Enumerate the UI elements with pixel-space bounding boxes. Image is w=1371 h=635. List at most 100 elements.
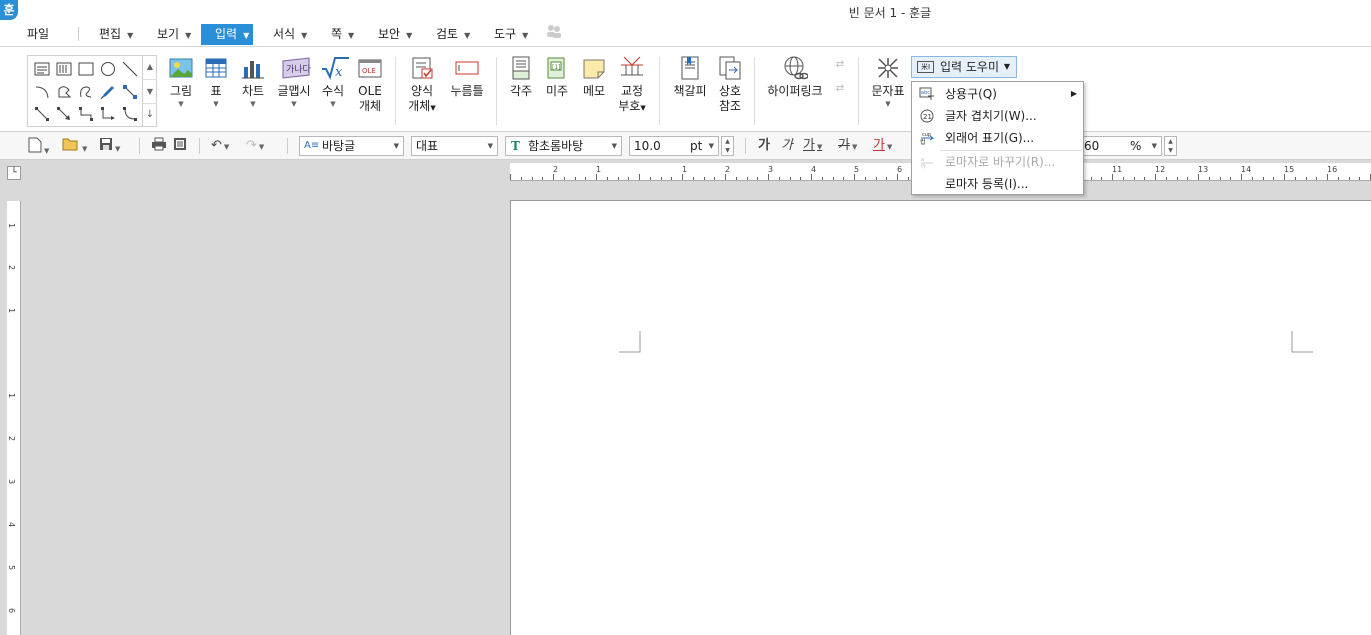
menu-view[interactable]: 보기 ▼ [157, 24, 191, 45]
menu-tools[interactable]: 도구 ▼ [494, 24, 528, 45]
polygon-icon[interactable] [56, 84, 72, 100]
form-object-button[interactable]: 양식 개체▼ [407, 55, 437, 116]
ruler-tick [1251, 177, 1253, 180]
svg-text:컵: 컵 [920, 138, 926, 145]
input-helper-button[interactable]: 米I 입력 도우미 ▼ [911, 56, 1017, 78]
elbow-connector-icon[interactable] [78, 106, 94, 122]
insert-picture-button[interactable]: 그림 ▼ [166, 55, 196, 109]
stepper-up-icon[interactable]: ▲ [722, 137, 733, 146]
ruler-tick [1090, 177, 1092, 180]
zoom-input[interactable]: 60 % ▼ [1080, 136, 1162, 156]
strikethrough-button[interactable]: 가 ▼ [838, 137, 857, 155]
shape-gallery-scroll[interactable]: ▲ ▼ ↓ [142, 55, 157, 127]
curved-connector-icon[interactable] [122, 106, 138, 122]
online-users-icon[interactable] [546, 24, 562, 45]
elbow-arrow-icon[interactable] [100, 106, 116, 122]
proof-label-line2: 부호▼ [617, 99, 647, 116]
menu-edit[interactable]: 편집 ▼ [99, 24, 133, 45]
scroll-up-icon[interactable]: ▲ [143, 55, 157, 79]
ruler-tick [1337, 177, 1339, 180]
folder-icon [62, 138, 78, 151]
ruler-number: 1 [682, 165, 688, 174]
style-select[interactable]: A≡ 바탕글 ▼ [299, 136, 404, 156]
link-prev-icon[interactable]: ⇄ [833, 59, 847, 70]
footnote-button[interactable]: 각주 [507, 55, 535, 99]
insert-table-button[interactable]: 표 ▼ [203, 55, 229, 109]
curve-icon[interactable] [78, 84, 94, 100]
dropdown-item-phrases[interactable]: abc 상용구(Q) ▶ [913, 83, 1083, 105]
footnote-label: 각주 [509, 84, 533, 98]
redo-button[interactable]: ↷ ▼ [246, 137, 264, 155]
ruler-tab-selector[interactable]: └ [7, 166, 21, 180]
menu-edit-label: 편집 [99, 27, 122, 41]
dropdown-item-overlap-chars[interactable]: 21 글자 겹치기(W)... [913, 105, 1083, 127]
zoom-stepper[interactable]: ▲ ▼ [1164, 136, 1177, 156]
font-size-input[interactable]: 10.0 pt ▼ [629, 136, 719, 156]
link-next-icon[interactable]: ⇄ [833, 83, 847, 94]
ruler-tick [746, 177, 748, 180]
menu-security[interactable]: 보안 ▼ [378, 24, 412, 45]
stepper-up-icon[interactable]: ▲ [1165, 137, 1176, 146]
stepper-down-icon[interactable]: ▼ [1165, 146, 1176, 155]
insert-chart-button[interactable]: 차트 ▼ [239, 55, 267, 109]
italic-icon: 가 [781, 138, 793, 153]
underline-button[interactable]: 가 ▼ [803, 137, 822, 155]
dropdown-item-foreign-word[interactable]: cup 컵 외래어 표기(G)... [913, 127, 1083, 149]
vertical-textbox-icon[interactable] [56, 61, 72, 77]
menu-page[interactable]: 쪽 ▼ [331, 24, 354, 45]
language-type-select[interactable]: 대표 ▼ [411, 136, 498, 156]
character-map-button[interactable]: 문자표 ▼ [869, 55, 907, 109]
stepper-down-icon[interactable]: ▼ [722, 146, 733, 155]
ruler-tick [639, 174, 640, 180]
document-page[interactable] [510, 200, 1371, 635]
proof-mark-button[interactable]: 교정 부호▼ [617, 55, 647, 116]
insert-textart-button[interactable]: 가나다 글맵시 ▼ [276, 55, 312, 109]
arc-icon[interactable] [34, 84, 50, 100]
ribbon-divider [496, 57, 497, 125]
ellipse-icon[interactable] [100, 61, 116, 77]
italic-button[interactable]: 가 [781, 137, 793, 155]
insert-equation-button[interactable]: x 수식 ▼ [318, 55, 349, 109]
undo-button[interactable]: ↶ ▼ [211, 137, 229, 155]
dropdown-item-romanize-register[interactable]: 로마자 등록(I)... [913, 173, 1083, 195]
ruler-tick [574, 177, 576, 180]
print-preview-button[interactable] [173, 137, 187, 155]
menu-review[interactable]: 검토 ▼ [436, 24, 470, 45]
pen-icon[interactable] [100, 84, 116, 100]
font-select[interactable]: T 함초롬바탕 ▼ [505, 136, 622, 156]
textbox-icon[interactable] [34, 61, 50, 77]
insert-ole-button[interactable]: OLE OLE 개체 [355, 55, 385, 114]
menu-format[interactable]: 서식 ▼ [273, 24, 307, 45]
new-document-button[interactable]: ▼ [28, 137, 49, 155]
expand-gallery-icon[interactable]: ↓ [143, 103, 157, 125]
straight-connector-icon[interactable] [34, 106, 50, 122]
style-value: 바탕글 [322, 139, 356, 153]
ruler-number: 4 [811, 165, 817, 174]
hyperlink-button[interactable]: 하이퍼링크 [766, 55, 824, 99]
connector-icon[interactable] [122, 84, 138, 100]
menu-input[interactable]: 입력 ▼ [201, 24, 254, 45]
line-icon[interactable] [122, 61, 138, 77]
scroll-down-icon[interactable]: ▼ [143, 79, 157, 103]
print-button[interactable] [151, 137, 167, 155]
cross-reference-button[interactable]: 상호 참조 [716, 55, 744, 114]
menu-security-label: 보안 [378, 27, 401, 41]
memo-button[interactable]: 메모 [580, 55, 608, 99]
menu-file[interactable]: 파일 [27, 24, 49, 45]
svg-text:a: a [921, 157, 924, 163]
font-size-stepper[interactable]: ▲ ▼ [721, 136, 734, 156]
open-document-button[interactable]: ▼ [62, 137, 87, 155]
arrow-connector-icon[interactable] [56, 106, 72, 122]
save-button[interactable]: ▼ [99, 137, 120, 155]
rectangle-icon[interactable] [78, 61, 94, 77]
print-icon [152, 137, 166, 151]
ruler-tick [735, 177, 737, 180]
vertical-ruler[interactable]: 1 2 1 1 2 3 4 5 6 [7, 201, 21, 635]
bold-button[interactable]: 가 [758, 137, 770, 155]
ruler-number: 2 [725, 165, 731, 174]
ruler-tick [1219, 177, 1221, 180]
endnote-button[interactable]: [1] 미주 [543, 55, 571, 99]
input-field-button[interactable]: 누름틀 [448, 55, 486, 99]
bookmark-button[interactable]: 책갈피 [672, 55, 708, 99]
font-color-button[interactable]: 가 ▼ [873, 137, 892, 155]
